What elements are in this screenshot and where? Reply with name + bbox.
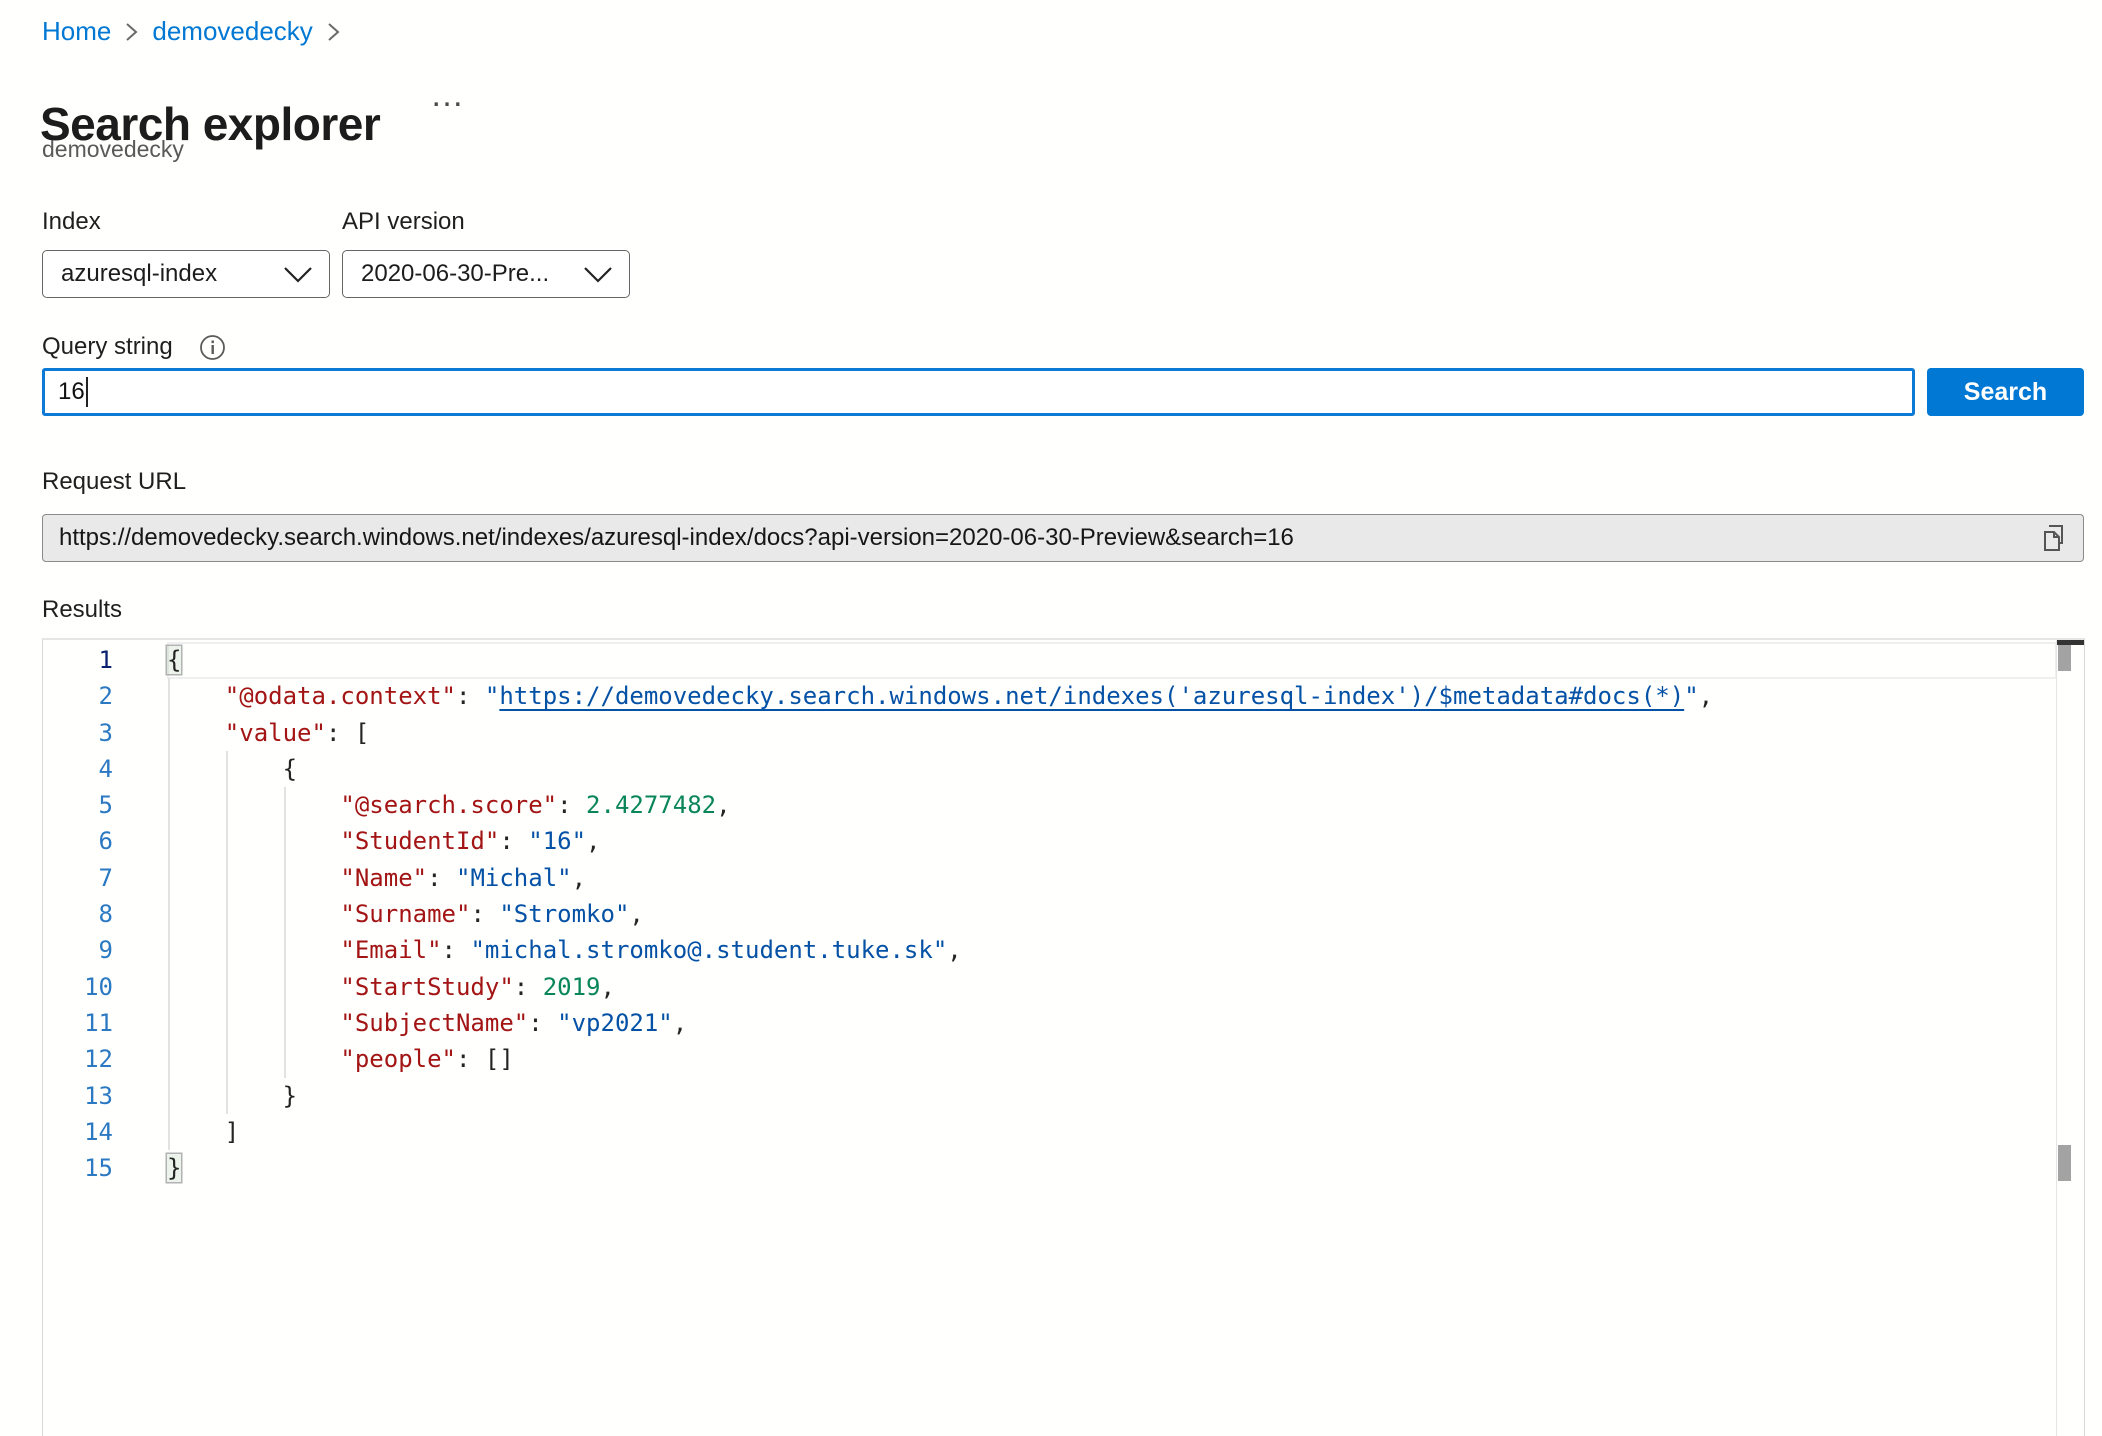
line-number: 6 <box>43 823 138 859</box>
line-number: 1 <box>43 642 138 678</box>
copy-icon <box>2040 523 2068 554</box>
code-line[interactable]: 1{ <box>43 642 2057 678</box>
results-label: Results <box>42 596 122 624</box>
code-text: "SubjectName": "vp2021", <box>138 1005 687 1041</box>
breadcrumb-home-link[interactable]: Home <box>42 16 111 47</box>
api-version-dropdown[interactable]: 2020-06-30-Pre... <box>342 250 630 298</box>
line-number: 12 <box>43 1041 138 1077</box>
indent-guide <box>284 787 286 1078</box>
code-text: } <box>138 1150 181 1186</box>
code-line[interactable]: 2 "@odata.context": "https://demovedecky… <box>43 678 2057 714</box>
code-text: "Email": "michal.stromko@.student.tuke.s… <box>138 932 962 968</box>
code-text: { <box>138 751 297 787</box>
copy-button[interactable] <box>2039 522 2069 554</box>
text-cursor <box>86 377 88 407</box>
code-line[interactable]: 13 } <box>43 1078 2057 1114</box>
code-text: ] <box>138 1114 239 1150</box>
line-number: 2 <box>43 678 138 714</box>
line-number: 14 <box>43 1114 138 1150</box>
code-line[interactable]: 7 "Name": "Michal", <box>43 860 2057 896</box>
code-line[interactable]: 15} <box>43 1150 2057 1186</box>
chevron-down-icon <box>583 266 613 283</box>
results-json-editor[interactable]: 1{2 "@odata.context": "https://demovedec… <box>42 638 2085 1436</box>
code-text: "@odata.context": "https://demovedecky.s… <box>138 678 1713 714</box>
query-string-value: 16 <box>58 378 85 406</box>
code-line[interactable]: 12 "people": [] <box>43 1041 2057 1077</box>
line-number: 15 <box>43 1150 138 1186</box>
line-number: 8 <box>43 896 138 932</box>
code-line[interactable]: 11 "SubjectName": "vp2021", <box>43 1005 2057 1041</box>
query-string-input[interactable]: 16 <box>42 368 1915 416</box>
code-line[interactable]: 3 "value": [ <box>43 715 2057 751</box>
search-explorer-page: Home demovedecky Search explorer … demov… <box>0 0 2102 1436</box>
code-line[interactable]: 6 "StudentId": "16", <box>43 823 2057 859</box>
info-icon[interactable] <box>199 334 226 361</box>
api-version-dropdown-value: 2020-06-30-Pre... <box>361 260 549 288</box>
index-label: Index <box>42 208 101 236</box>
chevron-right-icon <box>125 22 138 42</box>
editor-scrollbar[interactable] <box>2056 640 2084 1436</box>
request-url-value: https://demovedecky.search.windows.net/i… <box>59 524 2039 552</box>
breadcrumb: Home demovedecky <box>42 16 340 47</box>
more-options-button[interactable]: … <box>430 76 467 115</box>
code-line[interactable]: 14 ] <box>43 1114 2057 1150</box>
line-number: 3 <box>43 715 138 751</box>
chevron-right-icon <box>327 22 340 42</box>
overview-ruler-bracket-marker <box>2058 1145 2071 1181</box>
code-lines: 1{2 "@odata.context": "https://demovedec… <box>43 642 2057 1436</box>
code-text: "Surname": "Stromko", <box>138 896 644 932</box>
line-number: 4 <box>43 751 138 787</box>
code-text: "people": [] <box>138 1041 514 1077</box>
request-url-label: Request URL <box>42 468 186 496</box>
index-dropdown-value: azuresql-index <box>61 260 217 288</box>
line-number: 13 <box>43 1078 138 1114</box>
page-subtitle: demovedecky <box>42 136 184 163</box>
code-line[interactable]: 10 "StartStudy": 2019, <box>43 969 2057 1005</box>
query-string-label: Query string <box>42 333 173 361</box>
line-number: 10 <box>43 969 138 1005</box>
indent-guide <box>168 678 170 1150</box>
code-text: "value": [ <box>138 715 369 751</box>
code-text: "Name": "Michal", <box>138 860 586 896</box>
code-line[interactable]: 8 "Surname": "Stromko", <box>43 896 2057 932</box>
line-number: 9 <box>43 932 138 968</box>
request-url-field[interactable]: https://demovedecky.search.windows.net/i… <box>42 514 2084 562</box>
search-button[interactable]: Search <box>1927 368 2084 416</box>
line-number: 7 <box>43 860 138 896</box>
scrollbar-thumb[interactable] <box>2058 645 2071 671</box>
code-text: { <box>138 642 181 678</box>
breadcrumb-demovedecky-link[interactable]: demovedecky <box>152 16 312 47</box>
code-text: } <box>138 1078 297 1114</box>
code-line[interactable]: 9 "Email": "michal.stromko@.student.tuke… <box>43 932 2057 968</box>
indent-guide <box>226 751 228 1114</box>
code-line[interactable]: 5 "@search.score": 2.4277482, <box>43 787 2057 823</box>
line-number: 5 <box>43 787 138 823</box>
index-dropdown[interactable]: azuresql-index <box>42 250 330 298</box>
chevron-down-icon <box>283 266 313 283</box>
code-line[interactable]: 4 { <box>43 751 2057 787</box>
code-text: "StudentId": "16", <box>138 823 601 859</box>
line-number: 11 <box>43 1005 138 1041</box>
code-text: "StartStudy": 2019, <box>138 969 615 1005</box>
api-version-label: API version <box>342 208 465 236</box>
